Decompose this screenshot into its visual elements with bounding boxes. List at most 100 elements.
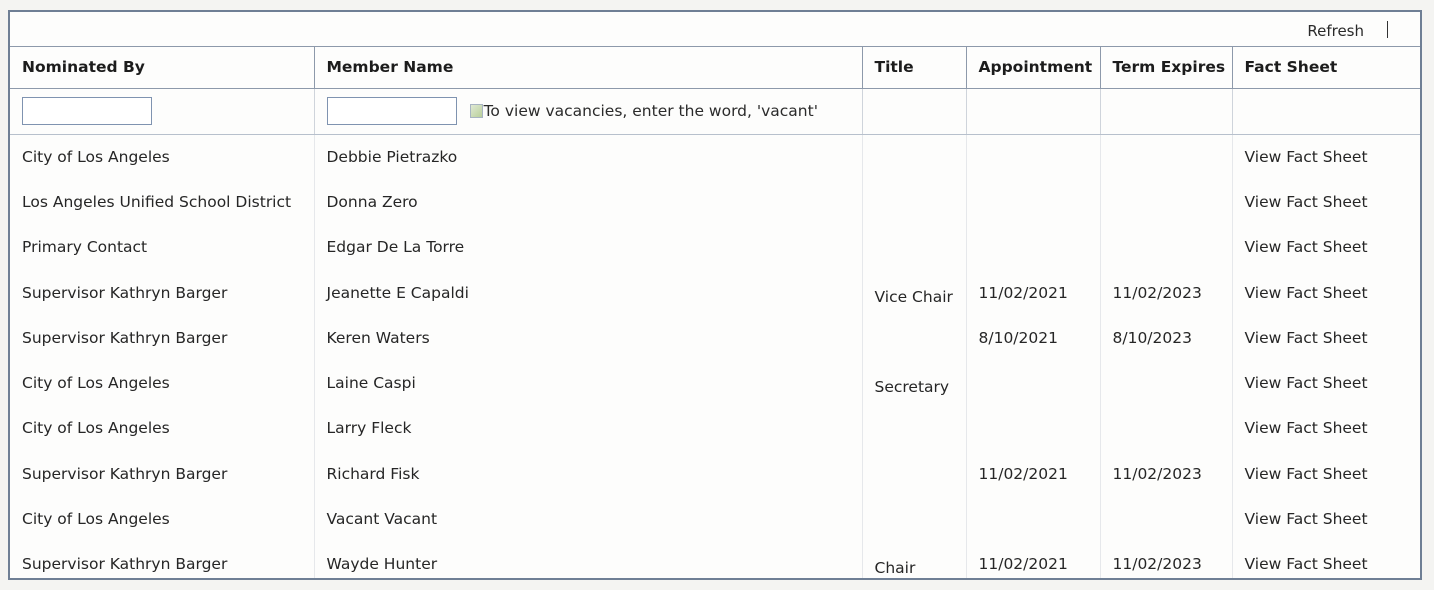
refresh-link[interactable]: Refresh: [1307, 22, 1364, 40]
cell-nominated-by: Los Angeles Unified School District: [10, 179, 315, 225]
cell-appointment: [966, 496, 1101, 542]
cell-nominated-by: Supervisor Kathryn Barger: [10, 451, 315, 497]
cell-fact-sheet: View Fact Sheet: [1232, 406, 1420, 451]
cell-fact-sheet: View Fact Sheet: [1232, 179, 1420, 224]
cell-fact-sheet: View Fact Sheet: [1232, 542, 1420, 578]
cell-term-expires: 11/02/2023: [1100, 269, 1233, 316]
cell-member-name: Jeanette E Capaldi: [314, 269, 863, 316]
column-header-fact-sheet[interactable]: Fact Sheet: [1232, 46, 1420, 89]
view-fact-sheet-link[interactable]: View Fact Sheet: [1245, 148, 1368, 166]
grid-toolbar: Refresh: [10, 12, 1420, 47]
filter-row: To view vacancies, enter the word, 'vaca…: [10, 88, 1420, 135]
view-fact-sheet-link[interactable]: View Fact Sheet: [1245, 284, 1368, 302]
cell-term-expires: [1100, 224, 1233, 270]
column-header-term-expires[interactable]: Term Expires: [1100, 46, 1233, 89]
cell-nominated-by: City of Los Angeles: [10, 405, 315, 452]
cell-title: Secretary: [862, 360, 967, 406]
view-fact-sheet-link[interactable]: View Fact Sheet: [1245, 465, 1368, 483]
cell-term-expires: [1100, 405, 1233, 452]
broken-image-icon: [469, 104, 483, 118]
table-body: City of Los Angeles Debbie Pietrazko Vie…: [10, 134, 1420, 578]
cell-member-name: Wayde Hunter: [314, 541, 863, 578]
filter-cell-term-expires: [1100, 88, 1233, 135]
table-row: City of Los Angeles Vacant Vacant View F…: [10, 496, 1420, 542]
toolbar-separator: [1387, 21, 1388, 38]
table-row: Supervisor Kathryn Barger Keren Waters 8…: [10, 315, 1420, 361]
cell-member-name: Debbie Pietrazko: [314, 134, 863, 180]
cell-nominated-by: Supervisor Kathryn Barger: [10, 315, 315, 361]
cell-term-expires: 8/10/2023: [1100, 315, 1233, 361]
cell-appointment: 11/02/2021: [966, 269, 1101, 316]
header-row: Nominated By Member Name Title Appointme…: [10, 46, 1420, 89]
cell-title: [862, 179, 967, 225]
cell-appointment: 8/10/2021: [966, 315, 1101, 361]
view-fact-sheet-link[interactable]: View Fact Sheet: [1245, 329, 1368, 347]
cell-title: Vice Chair: [862, 269, 967, 316]
cell-title: [862, 451, 967, 497]
cell-title: [862, 405, 967, 452]
cell-nominated-by: City of Los Angeles: [10, 496, 315, 542]
filter-cell-fact-sheet: [1232, 88, 1420, 135]
view-fact-sheet-link[interactable]: View Fact Sheet: [1245, 374, 1368, 392]
column-header-member-name[interactable]: Member Name: [314, 46, 863, 89]
filter-cell-nominated-by: [10, 88, 315, 135]
cell-title: Chair: [862, 541, 967, 578]
cell-term-expires: 11/02/2023: [1100, 541, 1233, 578]
cell-nominated-by: Supervisor Kathryn Barger: [10, 269, 315, 316]
cell-term-expires: [1100, 179, 1233, 225]
column-header-nominated-by[interactable]: Nominated By: [10, 46, 315, 89]
filter-cell-title: [862, 88, 967, 135]
column-header-appointment[interactable]: Appointment: [966, 46, 1101, 89]
table-row: City of Los Angeles Larry Fleck View Fac…: [10, 405, 1420, 452]
cell-title: [862, 496, 967, 542]
cell-appointment: [966, 360, 1101, 406]
cell-member-name: Vacant Vacant: [314, 496, 863, 542]
view-fact-sheet-link[interactable]: View Fact Sheet: [1245, 555, 1368, 573]
cell-fact-sheet: View Fact Sheet: [1232, 315, 1420, 360]
cell-title: [862, 224, 967, 270]
cell-member-name: Laine Caspi: [314, 360, 863, 406]
view-fact-sheet-link[interactable]: View Fact Sheet: [1245, 419, 1368, 437]
cell-member-name: Larry Fleck: [314, 405, 863, 452]
cell-nominated-by: Supervisor Kathryn Barger: [10, 541, 315, 578]
nominated-by-filter-input[interactable]: [22, 97, 152, 125]
vacancy-hint-text: To view vacancies, enter the word, 'vaca…: [483, 102, 818, 120]
table-row: Supervisor Kathryn Barger Jeanette E Cap…: [10, 269, 1420, 316]
filter-cell-appointment: [966, 88, 1101, 135]
cell-fact-sheet: View Fact Sheet: [1232, 270, 1420, 315]
cell-fact-sheet: View Fact Sheet: [1232, 496, 1420, 541]
cell-term-expires: [1100, 360, 1233, 406]
view-fact-sheet-link[interactable]: View Fact Sheet: [1245, 238, 1368, 256]
cell-nominated-by: City of Los Angeles: [10, 360, 315, 406]
vacancy-hint: To view vacancies, enter the word, 'vaca…: [469, 102, 818, 120]
cell-member-name: Donna Zero: [314, 179, 863, 225]
cell-title: [862, 315, 967, 361]
table-row: City of Los Angeles Laine Caspi Secretar…: [10, 360, 1420, 406]
cell-appointment: 11/02/2021: [966, 541, 1101, 578]
cell-term-expires: 11/02/2023: [1100, 451, 1233, 497]
member-name-filter-input[interactable]: [326, 97, 457, 125]
cell-appointment: [966, 134, 1101, 180]
table-row: City of Los Angeles Debbie Pietrazko Vie…: [10, 134, 1420, 180]
cell-title: [862, 134, 967, 180]
table-row: Primary Contact Edgar De La Torre View F…: [10, 224, 1420, 270]
filter-cell-member-name: To view vacancies, enter the word, 'vaca…: [314, 88, 863, 135]
members-table: Nominated By Member Name Title Appointme…: [10, 46, 1420, 578]
cell-nominated-by: City of Los Angeles: [10, 134, 315, 180]
cell-member-name: Edgar De La Torre: [314, 224, 863, 270]
cell-fact-sheet: View Fact Sheet: [1232, 451, 1420, 496]
cell-appointment: [966, 405, 1101, 452]
cell-member-name: Keren Waters: [314, 315, 863, 361]
column-header-title[interactable]: Title: [862, 46, 967, 89]
view-fact-sheet-link[interactable]: View Fact Sheet: [1245, 193, 1368, 211]
cell-term-expires: [1100, 134, 1233, 180]
members-grid: Refresh Nominated By Member Name Title A…: [8, 10, 1422, 580]
cell-fact-sheet: View Fact Sheet: [1232, 225, 1420, 270]
table-row: Supervisor Kathryn Barger Wayde Hunter C…: [10, 541, 1420, 578]
cell-appointment: [966, 179, 1101, 225]
cell-appointment: 11/02/2021: [966, 451, 1101, 497]
cell-fact-sheet: View Fact Sheet: [1232, 134, 1420, 179]
cell-member-name: Richard Fisk: [314, 451, 863, 497]
cell-nominated-by: Primary Contact: [10, 224, 315, 270]
view-fact-sheet-link[interactable]: View Fact Sheet: [1245, 510, 1368, 528]
